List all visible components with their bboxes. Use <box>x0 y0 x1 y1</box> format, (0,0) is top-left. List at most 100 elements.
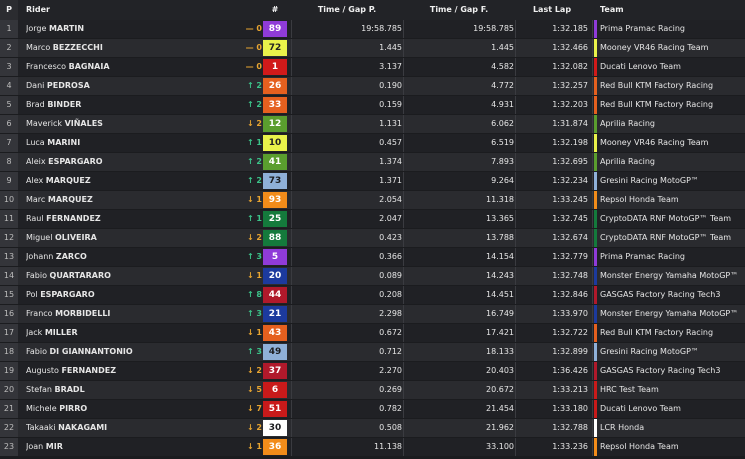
last-lap: 1:33.245 <box>552 195 588 204</box>
table-row[interactable]: 11 Raul FERNANDEZ ↑ 1 25 2.047 13.365 1:32.745… <box>0 210 745 228</box>
table-row[interactable]: 6 Maverick VIÑALES ↓ 2 12 1.131 6.062 1:31.874… <box>0 115 745 133</box>
rider-name[interactable]: Johann ZARCO <box>26 248 226 266</box>
header-gap-f[interactable]: Time / Gap F. <box>404 0 514 20</box>
team-color-bar <box>594 96 597 114</box>
last-lap: 1:32.779 <box>552 252 588 261</box>
table-row[interactable]: 13 Johann ZARCO ↑ 3 5 0.366 14.154 1:32.779 Pri… <box>0 248 745 266</box>
gap-first: 17.421 <box>486 328 514 337</box>
rider-name[interactable]: Franco MORBIDELLI <box>26 305 226 323</box>
rider-name[interactable]: Fabio DI GIANNANTONIO <box>26 343 226 361</box>
rider-number-badge: 6 <box>263 382 287 398</box>
column-divider <box>592 267 593 285</box>
column-divider <box>515 305 516 323</box>
column-divider <box>403 20 404 38</box>
gap-first: 13.788 <box>486 233 514 242</box>
table-row[interactable]: 8 Aleix ESPARGARO ↑ 2 41 1.374 7.893 1:32.695 A… <box>0 153 745 171</box>
header-num[interactable]: # <box>263 0 287 20</box>
rider-name[interactable]: Alex MARQUEZ <box>26 172 226 190</box>
rider-first-name: Jorge <box>26 24 47 33</box>
table-row[interactable]: 7 Luca MARINI ↑ 1 10 0.457 6.519 1:32.198 Moone… <box>0 134 745 152</box>
gap-previous: 0.672 <box>379 328 402 337</box>
table-row[interactable]: 18 Fabio DI GIANNANTONIO ↑ 3 49 0.712 18.133 1… <box>0 343 745 361</box>
table-row[interactable]: 17 Jack MILLER ↓ 1 43 0.672 17.421 1:32.722 Red… <box>0 324 745 342</box>
rider-name[interactable]: Fabio QUARTARARO <box>26 267 226 285</box>
rider-first-name: Johann <box>26 252 54 261</box>
rider-name[interactable]: Miguel OLIVEIRA <box>26 229 226 247</box>
rider-name[interactable]: Luca MARINI <box>26 134 226 152</box>
rider-number-badge: 33 <box>263 97 287 113</box>
rider-name[interactable]: Pol ESPARGARO <box>26 286 226 304</box>
position-cell: 10 <box>0 191 18 209</box>
team-label: Red Bull KTM Factory Racing <box>600 81 714 90</box>
table-row[interactable]: 23 Joan MIR ↓ 1 36 11.138 33.100 1:33.236 Repso… <box>0 438 745 456</box>
gap-first: 21.454 <box>486 404 514 413</box>
last-lap: 1:36.426 <box>552 366 588 375</box>
rider-name[interactable]: Raul FERNANDEZ <box>26 210 226 228</box>
gap-previous: 0.508 <box>379 423 402 432</box>
rider-name[interactable]: Jack MILLER <box>26 324 226 342</box>
rider-name[interactable]: Augusto FERNANDEZ <box>26 362 226 380</box>
table-row[interactable]: 21 Michele PIRRO ↓ 7 51 0.782 21.454 1:33.180 D… <box>0 400 745 418</box>
table-row[interactable]: 2 Marco BEZZECCHI — 0 72 1.445 1.445 1:32.466 M… <box>0 39 745 57</box>
table-row[interactable]: 9 Alex MARQUEZ ↑ 2 73 1.371 9.264 1:32.234 Gres… <box>0 172 745 190</box>
team-color-bar <box>594 153 597 171</box>
table-row[interactable]: 22 Takaaki NAKAGAMI ↓ 2 30 0.508 21.962 1:32.7… <box>0 419 745 437</box>
rider-first-name: Maverick <box>26 119 63 128</box>
rider-first-name: Pol <box>26 290 38 299</box>
column-divider <box>291 134 292 152</box>
rider-name[interactable]: Michele PIRRO <box>26 400 226 418</box>
gap-first: 11.318 <box>486 195 514 204</box>
header-pos[interactable]: P <box>0 0 18 20</box>
last-lap: 1:32.695 <box>552 157 588 166</box>
rider-first-name: Franco <box>26 309 53 318</box>
table-row[interactable]: 20 Stefan BRADL ↓ 5 6 0.269 20.672 1:33.213 HRC… <box>0 381 745 399</box>
gap-previous: 2.054 <box>379 195 402 204</box>
rider-name[interactable]: Dani PEDROSA <box>26 77 226 95</box>
header-rider[interactable]: Rider <box>26 0 226 20</box>
table-row[interactable]: 3 Francesco BAGNAIA — 0 1 3.137 4.582 1:32.082… <box>0 58 745 76</box>
last-lap: 1:32.466 <box>552 43 588 52</box>
column-divider <box>592 286 593 304</box>
table-row[interactable]: 10 Marc MARQUEZ ↓ 1 93 2.054 11.318 1:33.245 Re… <box>0 191 745 209</box>
column-divider <box>515 39 516 57</box>
column-divider <box>515 324 516 342</box>
rider-name[interactable]: Brad BINDER <box>26 96 226 114</box>
rider-name[interactable]: Marc MARQUEZ <box>26 191 226 209</box>
rider-name[interactable]: Takaaki NAKAGAMI <box>26 419 226 437</box>
header-last-lap[interactable]: Last Lap <box>516 0 588 20</box>
table-row[interactable]: 5 Brad BINDER ↑ 2 33 0.159 4.931 1:32.203 Red B… <box>0 96 745 114</box>
table-row[interactable]: 4 Dani PEDROSA ↑ 2 26 0.190 4.772 1:32.257 Red … <box>0 77 745 95</box>
last-lap: 1:32.745 <box>552 214 588 223</box>
position-change: — 0 <box>245 62 262 71</box>
rider-name[interactable]: Marco BEZZECCHI <box>26 39 226 57</box>
column-divider <box>592 229 593 247</box>
rider-name[interactable]: Joan MIR <box>26 438 226 456</box>
last-lap: 1:32.788 <box>552 423 588 432</box>
position-cell: 13 <box>0 248 18 266</box>
column-divider <box>403 172 404 190</box>
rider-last-name: DI GIANNANTONIO <box>49 347 133 356</box>
gap-first: 7.893 <box>491 157 514 166</box>
table-row[interactable]: 14 Fabio QUARTARARO ↓ 1 20 0.089 14.243 1:32.7… <box>0 267 745 285</box>
rider-first-name: Raul <box>26 214 44 223</box>
rider-first-name: Francesco <box>26 62 67 71</box>
rider-name[interactable]: Francesco BAGNAIA <box>26 58 226 76</box>
table-row[interactable]: 19 Augusto FERNANDEZ ↓ 2 37 2.270 20.403 1:36.… <box>0 362 745 380</box>
gap-previous: 2.047 <box>379 214 402 223</box>
table-row[interactable]: 15 Pol ESPARGARO ↑ 8 44 0.208 14.451 1:32.846 G… <box>0 286 745 304</box>
header-team[interactable]: Team <box>594 0 745 20</box>
position-cell: 22 <box>0 419 18 437</box>
table-row[interactable]: 12 Miguel OLIVEIRA ↓ 2 88 0.423 13.788 1:32.67… <box>0 229 745 247</box>
table-row[interactable]: 16 Franco MORBIDELLI ↑ 3 21 2.298 16.749 1:33.… <box>0 305 745 323</box>
rider-name[interactable]: Stefan BRADL <box>26 381 226 399</box>
rider-number-badge: 73 <box>263 173 287 189</box>
rider-name[interactable]: Jorge MARTIN <box>26 20 226 38</box>
rider-first-name: Miguel <box>26 233 53 242</box>
rider-name[interactable]: Aleix ESPARGARO <box>26 153 226 171</box>
team-label: Ducati Lenovo Team <box>600 404 681 413</box>
header-gap-p[interactable]: Time / Gap P. <box>292 0 402 20</box>
position-cell: 12 <box>0 229 18 247</box>
table-row[interactable]: 1 Jorge MARTIN — 0 89 19:58.785 19:58.785 1:32… <box>0 20 745 38</box>
rider-name[interactable]: Maverick VIÑALES <box>26 115 226 133</box>
rider-first-name: Alex <box>26 176 44 185</box>
